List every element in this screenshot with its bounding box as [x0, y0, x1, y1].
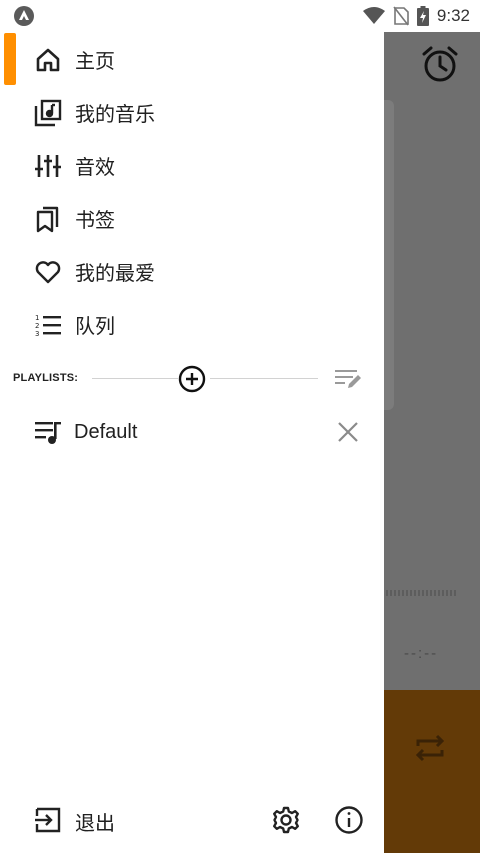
wifi-icon [362, 7, 385, 24]
svg-text:1: 1 [35, 314, 39, 322]
nav-item-favorites[interactable]: 我的最爱 [0, 245, 384, 298]
background-progress-bar [386, 590, 456, 596]
add-playlist-button[interactable] [178, 365, 206, 398]
playlist-icon [34, 419, 62, 450]
battery-charging-icon [416, 6, 429, 26]
nav-item-home[interactable]: 主页 [0, 33, 384, 86]
nav-item-queue[interactable]: 123 队列 [0, 298, 384, 351]
playlist-item-label: Default [74, 421, 138, 443]
svg-text:3: 3 [35, 330, 39, 338]
nav-label: 我的最爱 [75, 263, 155, 285]
background-card [384, 100, 394, 410]
heart-icon [33, 257, 63, 287]
status-bar: 9:32 [0, 0, 480, 32]
music-library-icon [33, 98, 63, 128]
nav-label: 主页 [75, 51, 115, 73]
no-sim-icon [393, 6, 409, 26]
bookmarks-icon [33, 204, 63, 234]
nav-item-my-music[interactable]: 我的音乐 [0, 86, 384, 139]
divider [210, 378, 318, 379]
edit-playlists-button[interactable] [334, 368, 362, 395]
exit-button[interactable]: 退出 [75, 807, 115, 836]
svg-text:2: 2 [35, 322, 39, 330]
gear-icon[interactable] [271, 805, 301, 840]
nav-label: 队列 [75, 316, 115, 338]
app-notification-icon [14, 6, 34, 26]
remove-playlist-close-icon[interactable] [336, 420, 360, 449]
queue-list-icon: 123 [33, 310, 63, 340]
status-time: 9:32 [436, 6, 470, 25]
info-icon[interactable] [334, 805, 364, 840]
repeat-icon[interactable] [410, 728, 450, 773]
playlists-header: PLAYLISTS: [0, 362, 384, 396]
nav-label: 我的音乐 [75, 104, 155, 126]
nav-item-sound-effects[interactable]: 音效 [0, 139, 384, 192]
home-icon [33, 45, 63, 75]
playlists-label: PLAYLISTS: [13, 372, 79, 384]
nav-item-bookmarks[interactable]: 书签 [0, 192, 384, 245]
nav-label: 书签 [75, 210, 115, 232]
divider [92, 378, 178, 379]
equalizer-icon [33, 151, 63, 181]
alarm-clock-icon[interactable] [420, 44, 460, 89]
drawer-footer: 退出 [0, 792, 384, 848]
playlist-item-default[interactable]: Default [0, 405, 384, 459]
nav-label: 音效 [75, 157, 115, 179]
navigation-drawer: 主页 我的音乐 音效 书签 我的最爱 123 队列 PLAYLISTS: Def… [0, 32, 384, 853]
exit-icon[interactable] [34, 806, 62, 839]
background-time-display: --:-- [404, 645, 439, 662]
